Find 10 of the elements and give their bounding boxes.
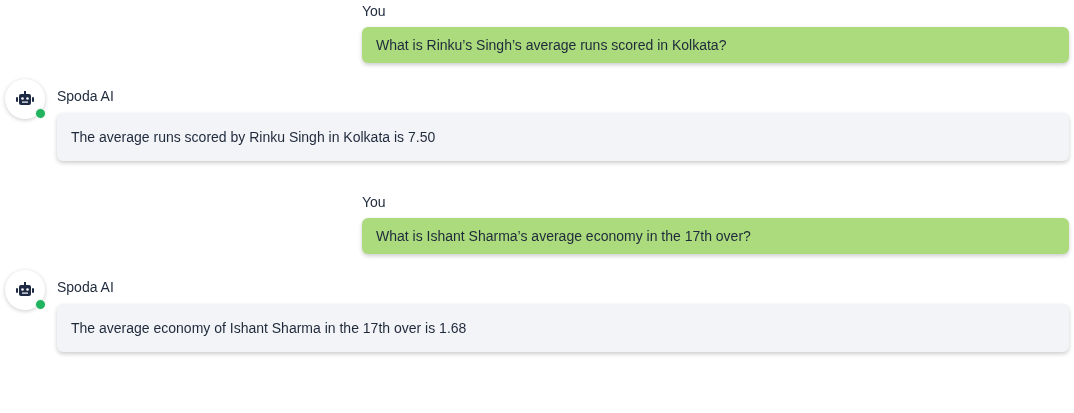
bot-message: The average runs scored by Rinku Singh in Kolkata is 7.50 [57, 113, 1069, 161]
sender-name: Spoda AI [57, 278, 115, 296]
bot-message: The average economy of Ishant Sharma in the 17th over is 1.68 [57, 304, 1069, 352]
robot-icon [16, 91, 34, 107]
sender-name: You [362, 193, 387, 211]
sender-name: Spoda AI [57, 87, 115, 105]
robot-icon [16, 282, 34, 298]
user-message: What is Rinku’s Singh’s average runs scored in Kolkata? [362, 27, 1069, 63]
sender-name: You [362, 2, 387, 20]
user-message: What is Ishant Sharma’s average economy in the 17th over? [362, 218, 1069, 254]
